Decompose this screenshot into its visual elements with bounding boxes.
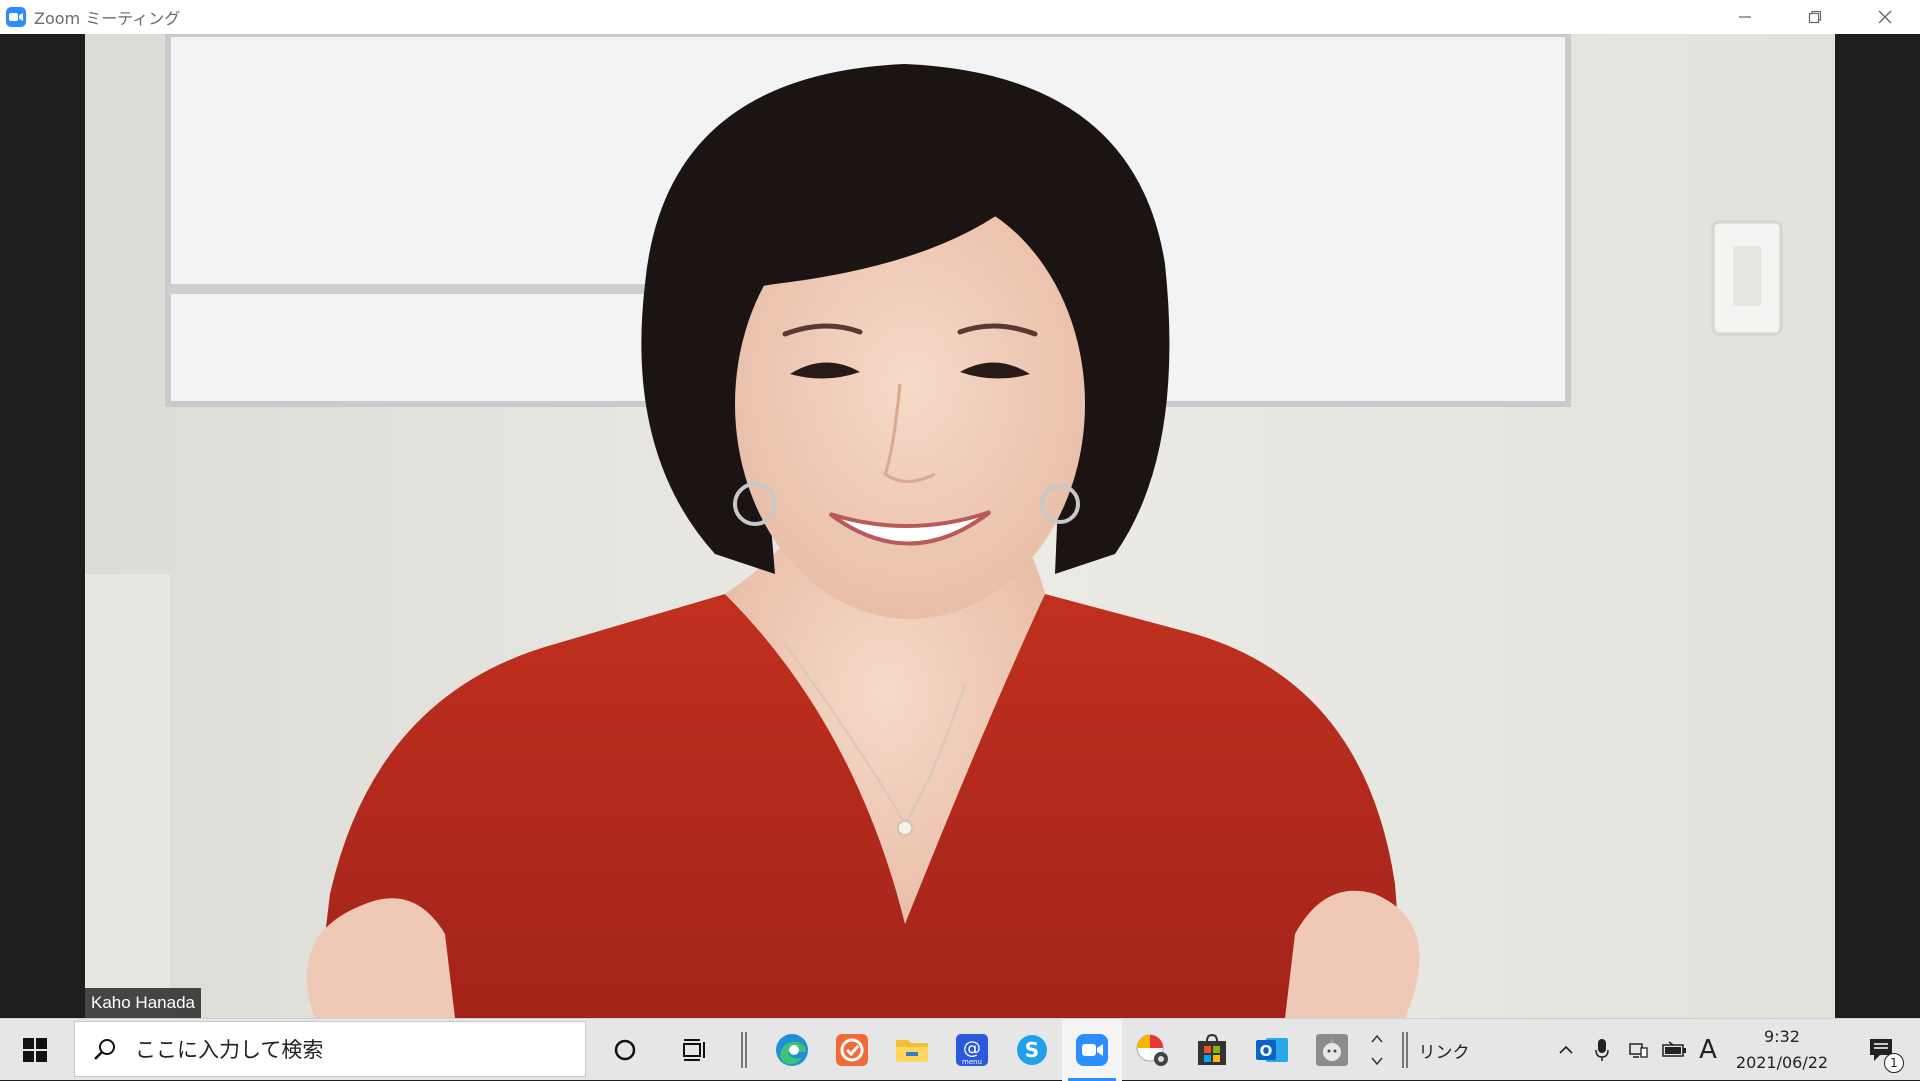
cortana-button[interactable]: [594, 1019, 656, 1081]
close-button[interactable]: [1850, 0, 1920, 34]
task-view-button[interactable]: [664, 1019, 726, 1081]
store-icon: [1198, 1033, 1226, 1065]
file-explorer-icon: [896, 1040, 928, 1062]
video-frame: [85, 34, 1835, 1018]
network-icon: [1629, 1043, 1648, 1058]
minimize-icon: [1739, 16, 1751, 18]
app-orange-icon: [836, 1034, 868, 1066]
taskbar-separator: [736, 1019, 752, 1081]
chevron-up-icon: [1371, 1034, 1383, 1043]
links-toolbar-separator: [1398, 1019, 1412, 1081]
taskbar-app-paint[interactable]: [1122, 1019, 1182, 1081]
task-view-icon: [683, 1039, 705, 1061]
close-icon: [1878, 10, 1892, 24]
paint-icon: [1136, 1034, 1168, 1066]
battery-tray-button[interactable]: [1658, 1019, 1690, 1081]
chevron-down-icon: [1371, 1057, 1383, 1066]
window-titlebar: Zoom ミーティング: [0, 0, 1920, 34]
edge-icon: [776, 1034, 808, 1066]
zoom-icon: [1076, 1034, 1108, 1066]
links-label: リンク: [1418, 1042, 1470, 1063]
taskbar-app-skype[interactable]: S: [1002, 1019, 1062, 1081]
participant-name-tag: Kaho Hanada: [85, 988, 201, 1018]
restore-button[interactable]: [1780, 0, 1850, 34]
search-icon: [94, 1039, 115, 1060]
taskbar-search-box[interactable]: ここに入力して検索: [74, 1021, 586, 1077]
action-center-button[interactable]: 1: [1850, 1019, 1912, 1081]
zoom-app-icon: [6, 7, 26, 27]
clock-time: 9:32: [1764, 1027, 1800, 1046]
taskbar-app-zoom[interactable]: [1062, 1019, 1122, 1081]
participant-video[interactable]: Kaho Hanada: [85, 34, 1835, 1018]
show-hidden-icons-button[interactable]: [1550, 1019, 1582, 1081]
minimize-button[interactable]: [1710, 0, 1780, 34]
svg-text:S: S: [1025, 1038, 1039, 1062]
meeting-video-area: Kaho Hanada: [0, 34, 1920, 1018]
svg-text:O: O: [1260, 1042, 1273, 1060]
battery-icon: [1662, 1041, 1686, 1057]
taskbar-app-gray[interactable]: [1302, 1019, 1362, 1081]
chevron-up-icon: [1559, 1045, 1573, 1054]
taskbar-clock[interactable]: 9:32 2021/06/22: [1722, 1019, 1842, 1081]
notification-count-badge: 1: [1884, 1053, 1904, 1073]
menu-mail-icon: @menu: [956, 1034, 988, 1066]
svg-text:@: @: [963, 1038, 981, 1059]
microphone-icon: [1595, 1039, 1609, 1061]
cortana-icon: [614, 1039, 636, 1061]
clock-date: 2021/06/22: [1735, 1053, 1829, 1072]
restore-icon: [1808, 10, 1822, 24]
taskbar-app-menu-mail[interactable]: @ menu: [942, 1019, 1002, 1081]
taskbar-app-file-explorer[interactable]: [882, 1019, 942, 1081]
skype-icon: S: [1017, 1035, 1047, 1065]
ime-mode-label: A: [1699, 1035, 1717, 1065]
taskbar-app-store[interactable]: [1182, 1019, 1242, 1081]
app-gray-icon: [1316, 1034, 1348, 1066]
outlook-icon: O: [1256, 1038, 1288, 1062]
start-button[interactable]: [0, 1019, 70, 1081]
search-placeholder: ここに入力して検索: [135, 1038, 324, 1062]
taskbar-app-outlook[interactable]: O: [1242, 1019, 1302, 1081]
taskbar-app-edge[interactable]: [762, 1019, 822, 1081]
window-title: Zoom ミーティング: [34, 9, 181, 28]
taskbar-scroll[interactable]: [1364, 1019, 1390, 1081]
links-toolbar[interactable]: リンク: [1414, 1019, 1474, 1081]
svg-text:menu: menu: [962, 1058, 982, 1066]
windows-taskbar: ここに入力して検索 @ menu S O リンク A 9:32 2021/06/…: [0, 1018, 1920, 1081]
taskbar-app-orange[interactable]: [822, 1019, 882, 1081]
network-tray-button[interactable]: [1622, 1019, 1654, 1081]
microphone-tray-button[interactable]: [1586, 1019, 1618, 1081]
ime-indicator[interactable]: A: [1692, 1019, 1724, 1081]
windows-logo-icon: [23, 1038, 47, 1062]
